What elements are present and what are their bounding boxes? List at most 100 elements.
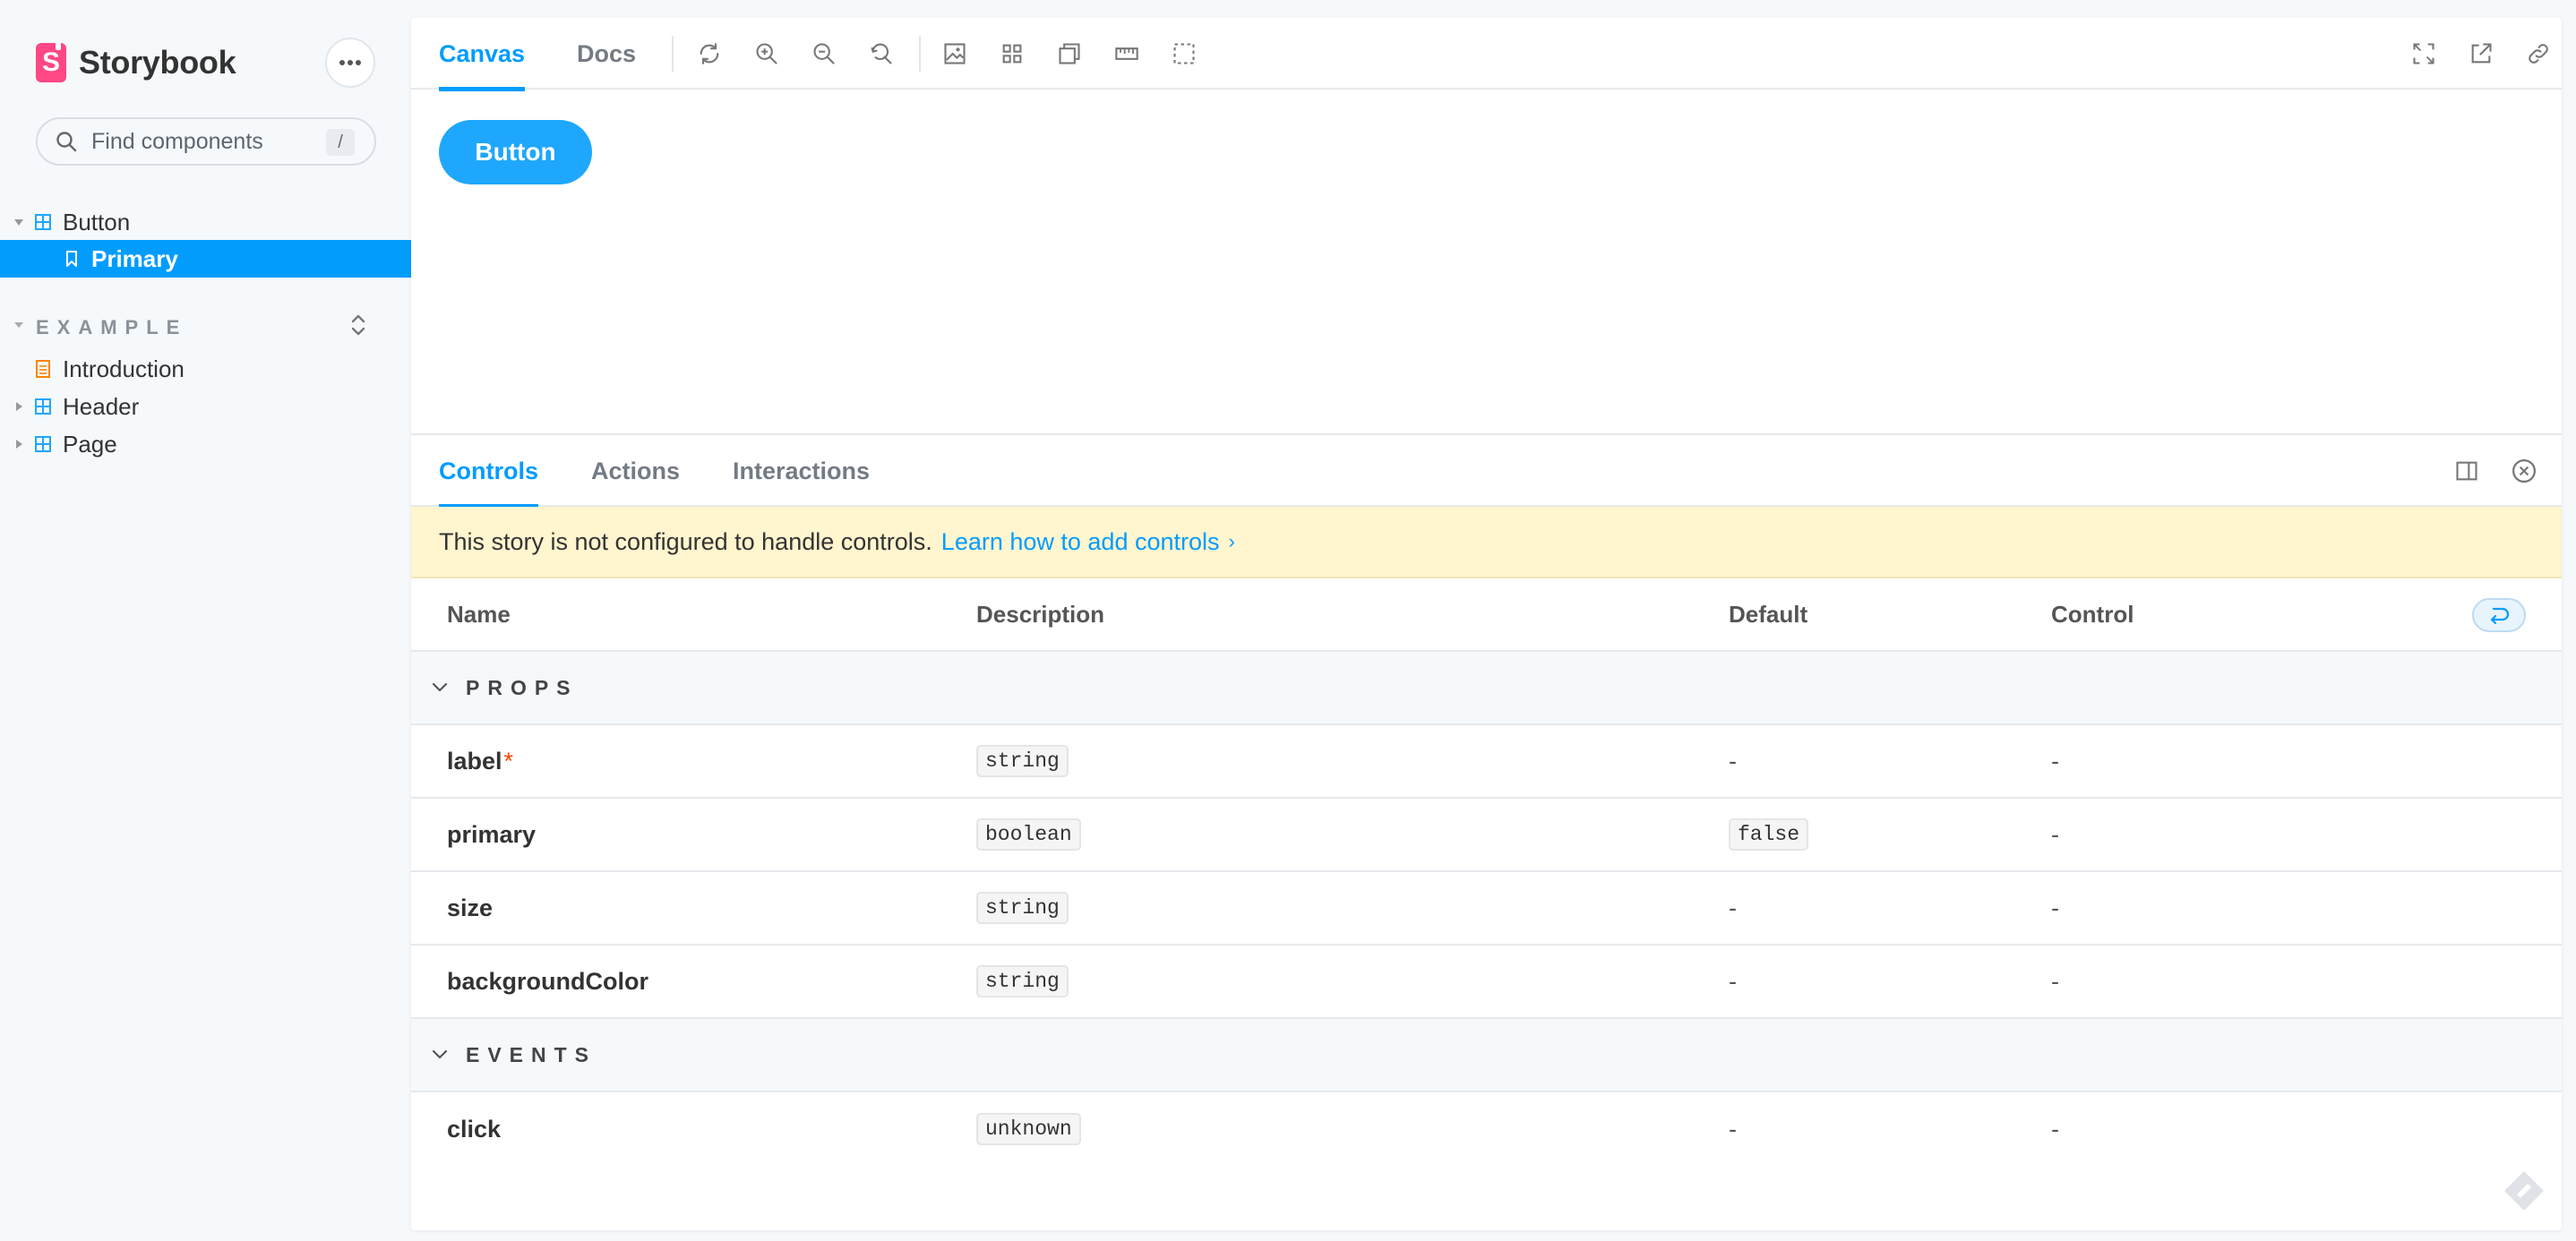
zoom-in-button[interactable] <box>752 39 781 68</box>
outline-button[interactable] <box>1170 39 1198 68</box>
table-row: label * string - - <box>411 725 2562 799</box>
grid-icon <box>1002 44 1022 64</box>
link-icon <box>2529 44 2548 64</box>
zoom-out-icon <box>813 43 835 64</box>
search-box[interactable]: / <box>36 117 376 166</box>
prop-type: string <box>976 745 1069 777</box>
component-icon <box>35 214 51 230</box>
prop-name: click <box>447 1115 502 1143</box>
browser-icon <box>1059 43 1080 64</box>
measure-button[interactable] <box>1112 39 1141 68</box>
caret-down-icon[interactable] <box>14 218 23 226</box>
chevron-right-icon[interactable]: › <box>1229 530 1235 553</box>
caret-right-icon[interactable] <box>16 440 22 449</box>
sidebar-item-introduction[interactable]: Introduction <box>0 351 411 387</box>
sidebar-section-title[interactable]: EXAMPLE <box>36 316 187 339</box>
prop-type: string <box>976 965 1069 997</box>
prop-name: backgroundColor <box>447 967 649 995</box>
learn-controls-link[interactable]: Learn how to add controls <box>941 528 1220 556</box>
story-primary-button[interactable]: Button <box>439 120 592 184</box>
component-icon <box>35 398 51 415</box>
storybook-logo[interactable]: S Storybook <box>36 41 236 84</box>
sidebar-item-label: Page <box>63 430 117 458</box>
ruler-icon <box>1115 47 1138 60</box>
column-header-description: Description <box>976 600 1105 628</box>
open-new-tab-button[interactable] <box>2467 39 2495 68</box>
reload-icon <box>700 43 719 64</box>
caret-right-icon[interactable] <box>16 402 22 411</box>
close-panel-button[interactable] <box>2510 457 2538 485</box>
group-events[interactable]: EVENTS <box>411 1019 2562 1092</box>
sidebar-item-page[interactable]: Page <box>0 426 411 462</box>
panel-orientation-button[interactable] <box>2452 457 2481 485</box>
prop-name: label <box>447 747 502 775</box>
reset-controls-button[interactable] <box>2472 598 2526 632</box>
prop-type: string <box>976 892 1069 924</box>
feedback-icon[interactable] <box>2501 1168 2547 1214</box>
prop-control: - <box>2051 894 2059 921</box>
table-row: click unknown - - <box>411 1092 2562 1166</box>
caret-down-icon[interactable] <box>14 322 23 328</box>
copy-link-button[interactable] <box>2524 39 2553 68</box>
prop-default: - <box>1729 967 1737 995</box>
chevron-down-icon <box>432 1049 448 1059</box>
sidebar-item-label: Primary <box>91 244 178 272</box>
storybook-logo-icon: S <box>36 41 66 82</box>
table-row: primary boolean false - <box>411 799 2562 872</box>
document-icon <box>36 360 50 378</box>
toolbar: Canvas Docs <box>411 18 2562 91</box>
zoom-out-button[interactable] <box>810 39 838 68</box>
viewport-button[interactable] <box>1055 39 1084 68</box>
group-title: EVENTS <box>466 1042 597 1066</box>
column-header-default: Default <box>1729 600 1808 628</box>
group-props[interactable]: PROPS <box>411 652 2562 725</box>
prop-control: - <box>2051 747 2059 775</box>
tab-controls[interactable]: Controls <box>439 435 538 509</box>
main-panel: Canvas Docs Button Controls Actions Inte… <box>411 18 2562 1230</box>
zoom-reset-button[interactable] <box>867 39 896 68</box>
sidebar-alt-icon <box>2456 461 2477 481</box>
sidebar-item-label: Introduction <box>63 355 185 382</box>
sidebar-item-label: Header <box>63 392 140 420</box>
prop-name: size <box>447 894 494 921</box>
fullscreen-icon <box>2413 43 2434 64</box>
prop-type: unknown <box>976 1113 1081 1145</box>
tab-docs[interactable]: Docs <box>577 18 636 90</box>
story-preview: Button <box>411 91 2562 433</box>
group-title: PROPS <box>466 675 579 699</box>
sidebar-item-label: Button <box>63 208 131 235</box>
args-table-header: Name Description Default Control <box>411 578 2562 652</box>
search-input[interactable] <box>91 128 315 155</box>
grid-button[interactable] <box>998 39 1026 68</box>
app-name: Storybook <box>79 44 236 81</box>
background-button[interactable] <box>940 39 969 68</box>
search-shortcut-key: / <box>326 129 355 156</box>
controls-notice: This story is not configured to handle c… <box>411 507 2562 578</box>
tab-actions[interactable]: Actions <box>591 435 680 507</box>
prop-type: boolean <box>976 818 1081 851</box>
menu-button[interactable] <box>325 38 375 88</box>
prop-default: - <box>1729 894 1737 921</box>
prop-control: - <box>2051 967 2059 995</box>
reload-button[interactable] <box>695 39 724 68</box>
tab-canvas[interactable]: Canvas <box>439 18 526 91</box>
required-marker: * <box>503 747 514 775</box>
toolbar-divider <box>919 36 921 72</box>
bookmark-icon <box>66 251 77 267</box>
sidebar-item-button[interactable]: Button <box>0 204 411 240</box>
sidebar-item-primary[interactable]: Primary <box>0 240 411 278</box>
prop-default: - <box>1729 1115 1737 1143</box>
zoom-in-icon <box>756 43 777 64</box>
expand-collapse-icon[interactable] <box>348 312 369 338</box>
tab-interactions[interactable]: Interactions <box>733 435 870 507</box>
image-icon <box>944 43 966 64</box>
fullscreen-button[interactable] <box>2409 39 2438 68</box>
share-alt-icon <box>2471 43 2492 64</box>
outline-icon <box>1173 43 1195 64</box>
prop-control: - <box>2051 1115 2059 1143</box>
sidebar: S Storybook / Button Primary EXAMPLE Int… <box>0 0 411 1241</box>
component-icon <box>35 436 51 452</box>
more-horizontal-icon <box>339 60 361 65</box>
chevron-down-icon <box>432 682 448 692</box>
sidebar-item-header[interactable]: Header <box>0 389 411 424</box>
